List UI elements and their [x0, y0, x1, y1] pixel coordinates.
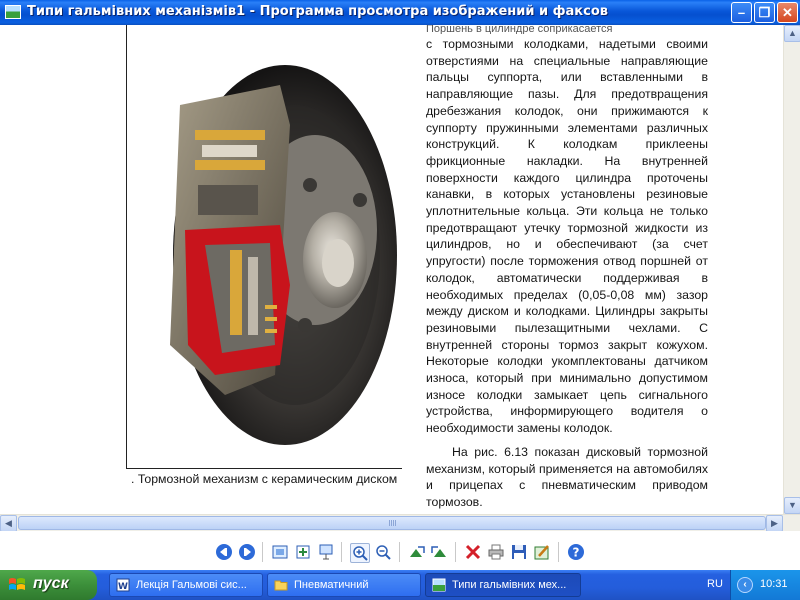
image-viewer-icon	[432, 578, 446, 592]
viewer-toolbar: ?	[0, 531, 800, 570]
document-text: Поршень в цилиндре соприкасается с тормо…	[426, 25, 708, 511]
taskbar: пуск W Лекція Гальмові сис... Пневматичн…	[0, 570, 800, 600]
taskbar-item-folder[interactable]: Пневматичний	[267, 573, 421, 597]
zoom-out-icon[interactable]	[374, 543, 392, 561]
scroll-grip	[389, 520, 397, 526]
next-image-icon[interactable]	[238, 543, 256, 561]
scroll-down-button[interactable]: ▼	[784, 497, 800, 514]
minimize-button[interactable]: –	[731, 2, 752, 23]
toolbar-separator	[399, 542, 400, 562]
paragraph-1: с тормозными колодками, надетыми своими …	[426, 37, 708, 436]
toolbar-separator	[262, 542, 263, 562]
clock[interactable]: 10:31	[760, 578, 788, 590]
figure-border	[126, 468, 402, 469]
rotate-counterclockwise-icon[interactable]	[430, 543, 448, 561]
start-button[interactable]: пуск	[0, 570, 97, 600]
scroll-left-button[interactable]: ◀	[0, 515, 17, 532]
help-icon[interactable]: ?	[567, 543, 585, 561]
best-fit-icon[interactable]	[271, 543, 289, 561]
disc-brake-photo	[170, 65, 397, 445]
delete-icon[interactable]	[464, 543, 482, 561]
taskbar-item-image-viewer[interactable]: Типи гальмівних мех...	[425, 573, 581, 597]
horizontal-scrollbar[interactable]: ◀ ▶	[0, 514, 800, 532]
figure-caption: . Тормозной механизм с керамическим диск…	[131, 472, 398, 486]
language-indicator[interactable]: RU	[707, 578, 723, 590]
vertical-scrollbar[interactable]: ▲ ▼	[783, 25, 800, 514]
close-button[interactable]: ✕	[777, 2, 798, 23]
word-document-icon: W	[116, 578, 130, 592]
page-border	[126, 25, 127, 469]
svg-text:?: ?	[573, 546, 580, 560]
windows-logo-icon	[9, 578, 25, 590]
zoom-in-icon[interactable]	[350, 543, 370, 563]
toolbar-separator	[341, 542, 342, 562]
slideshow-icon[interactable]	[317, 543, 335, 561]
edit-icon[interactable]	[533, 543, 551, 561]
actual-size-icon[interactable]	[294, 543, 312, 561]
maximize-button[interactable]: ❐	[754, 2, 775, 23]
title-bar[interactable]: Типи гальмівних механізмів1 - Программа …	[0, 0, 800, 25]
print-icon[interactable]	[487, 543, 505, 561]
taskbar-item-lecture[interactable]: W Лекція Гальмові сис...	[109, 573, 263, 597]
scroll-up-button[interactable]: ▲	[784, 25, 800, 42]
window-title: Типи гальмівних механізмів1 - Программа …	[27, 4, 608, 19]
start-label: пуск	[33, 575, 69, 592]
folder-icon	[274, 580, 288, 591]
toolbar-separator	[455, 542, 456, 562]
image-viewer-icon	[5, 5, 21, 19]
scroll-thumb[interactable]	[18, 516, 766, 530]
image-viewport[interactable]: Поршень в цилиндре соприкасается с тормо…	[0, 25, 783, 514]
svg-text:W: W	[118, 582, 128, 592]
save-icon[interactable]	[510, 543, 528, 561]
toolbar-separator	[558, 542, 559, 562]
scroll-right-button[interactable]: ▶	[766, 515, 783, 532]
rotate-clockwise-icon[interactable]	[408, 543, 426, 561]
top-fragment: Поршень в цилиндре соприкасается	[426, 25, 613, 34]
previous-image-icon[interactable]	[215, 543, 233, 561]
paragraph-2: На рис. 6.13 показан дисковый тормозной …	[426, 444, 708, 509]
show-hidden-icons-button[interactable]: ‹	[737, 577, 753, 593]
